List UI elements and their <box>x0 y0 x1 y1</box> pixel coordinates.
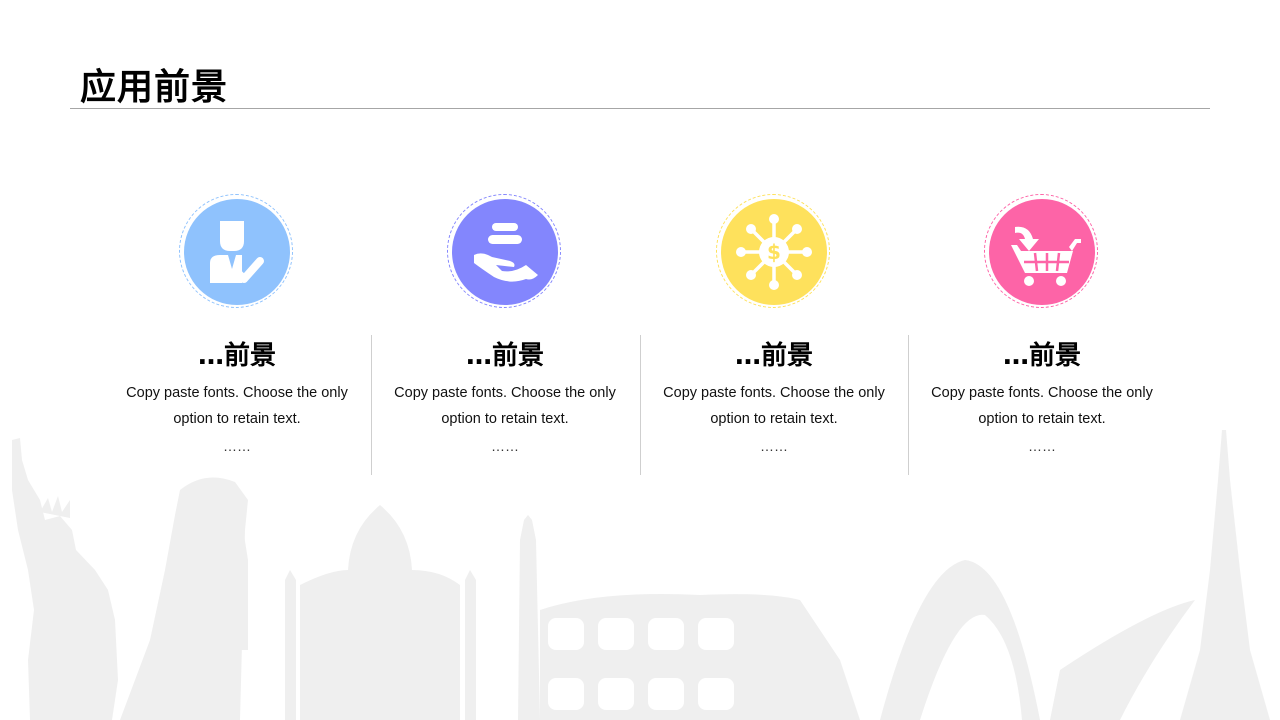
dollar-network-icon: $ <box>721 199 827 305</box>
feature-card-2: …前景 Copy paste fonts. Choose the only op… <box>371 190 639 480</box>
feature-card-1: …前景 Copy paste fonts. Choose the only op… <box>103 190 371 480</box>
card-description-line-1: Copy paste fonts. Choose the only <box>663 385 885 401</box>
card-description-line-2: option to retain text. <box>173 411 301 427</box>
card-ellipsis: …… <box>1028 438 1056 454</box>
card-title: …前景 <box>465 341 544 371</box>
card-title: …前景 <box>734 341 813 371</box>
card-description-line-2: option to retain text. <box>441 411 569 427</box>
card-description-line-2: option to retain text. <box>710 411 838 427</box>
card-description-line-1: Copy paste fonts. Choose the only <box>394 385 616 401</box>
svg-text:$: $ <box>767 240 781 264</box>
card-ellipsis: …… <box>760 438 788 454</box>
card-title: …前景 <box>197 341 276 371</box>
card-description: Copy paste fonts. Choose the only option… <box>640 380 908 432</box>
card-ellipsis: …… <box>223 438 251 454</box>
card-ellipsis: …… <box>491 438 519 454</box>
card-description: Copy paste fonts. Choose the only option… <box>103 380 371 432</box>
card-title: …前景 <box>1002 341 1081 371</box>
card-description: Copy paste fonts. Choose the only option… <box>908 380 1176 432</box>
page-title: 应用前景 <box>80 67 229 108</box>
hand-coins-icon <box>452 199 558 305</box>
feature-card-4: …前景 Copy paste fonts. Choose the only op… <box>908 190 1176 480</box>
card-description: Copy paste fonts. Choose the only option… <box>371 380 639 432</box>
card-description-line-1: Copy paste fonts. Choose the only <box>126 385 348 401</box>
card-description-line-2: option to retain text. <box>978 411 1106 427</box>
feature-card-3: $ …前景 Copy paste fonts. Choose the only … <box>640 190 908 480</box>
card-description-line-1: Copy paste fonts. Choose the only <box>931 385 1153 401</box>
shopping-cart-icon <box>989 199 1095 305</box>
businessman-check-icon <box>184 199 290 305</box>
title-underline <box>70 108 1210 109</box>
